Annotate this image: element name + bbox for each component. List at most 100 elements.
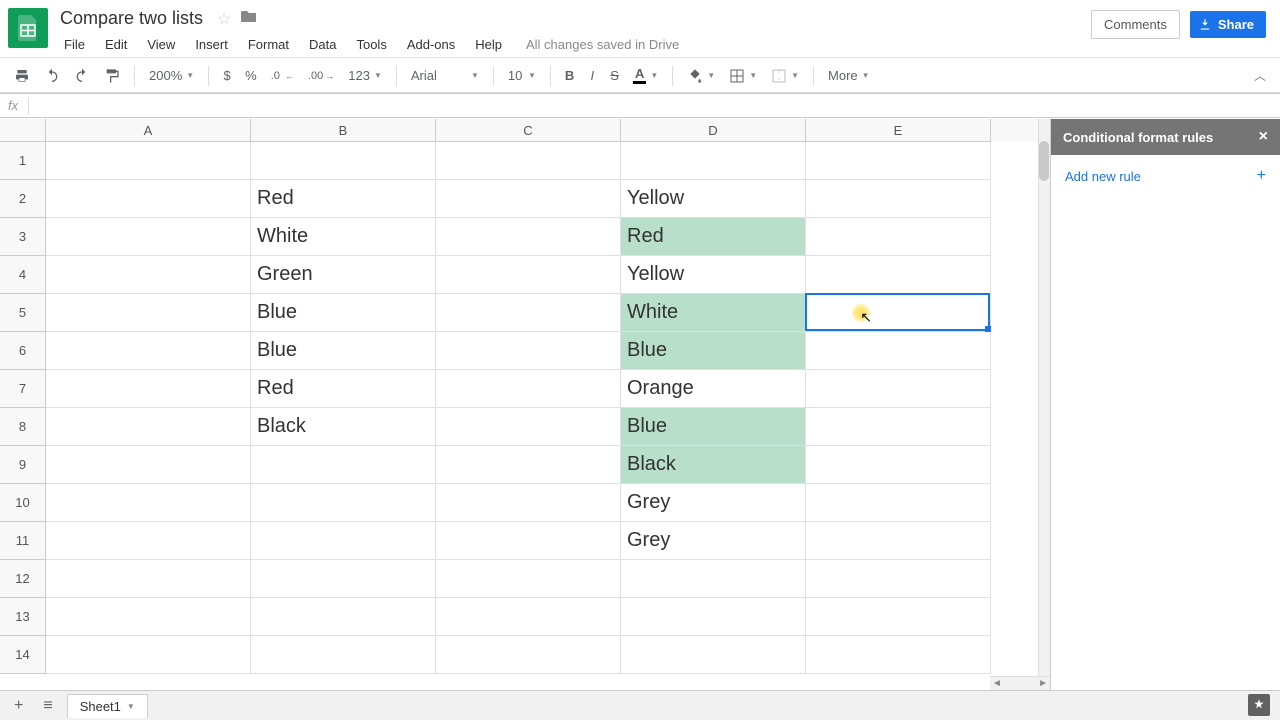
vertical-scrollbar[interactable] [1038,119,1050,690]
cell-A5[interactable] [46,294,251,332]
cell-E12[interactable] [806,560,991,598]
borders-dropdown[interactable]: ▼ [723,66,763,86]
cell-A2[interactable] [46,180,251,218]
menu-view[interactable]: View [139,33,183,56]
format-percent-button[interactable]: % [239,64,263,87]
menu-format[interactable]: Format [240,33,297,56]
menu-add-ons[interactable]: Add-ons [399,33,463,56]
cell-D12[interactable] [621,560,806,598]
cell-B9[interactable] [251,446,436,484]
row-header-2[interactable]: 2 [0,180,46,218]
column-header-C[interactable]: C [436,119,621,142]
cell-A7[interactable] [46,370,251,408]
row-header-3[interactable]: 3 [0,218,46,256]
redo-icon[interactable] [68,64,96,88]
increase-decimals-button[interactable]: .00→ [302,66,340,86]
menu-tools[interactable]: Tools [348,33,394,56]
cell-B10[interactable] [251,484,436,522]
cell-B6[interactable]: Blue [251,332,436,370]
cell-E1[interactable] [806,142,991,180]
cell-A9[interactable] [46,446,251,484]
row-header-12[interactable]: 12 [0,560,46,598]
cell-B13[interactable] [251,598,436,636]
cell-A1[interactable] [46,142,251,180]
cell-B12[interactable] [251,560,436,598]
sheets-logo[interactable] [8,8,48,48]
collapse-toolbar-icon[interactable]: ︿ [1248,63,1272,88]
cell-E3[interactable] [806,218,991,256]
close-icon[interactable]: × [1259,128,1268,146]
cell-B11[interactable] [251,522,436,560]
star-icon[interactable]: ☆ [217,9,231,29]
cell-E2[interactable] [806,180,991,218]
cell-D8[interactable]: Blue [621,408,806,446]
row-header-10[interactable]: 10 [0,484,46,522]
row-header-9[interactable]: 9 [0,446,46,484]
column-header-A[interactable]: A [46,119,251,142]
cell-D7[interactable]: Orange [621,370,806,408]
cell-E5[interactable] [806,294,991,332]
cell-C5[interactable] [436,294,621,332]
cell-B3[interactable]: White [251,218,436,256]
cell-E4[interactable] [806,256,991,294]
decrease-decimals-button[interactable]: .0 ← [265,66,300,86]
cell-B4[interactable]: Green [251,256,436,294]
cell-B8[interactable]: Black [251,408,436,446]
cell-E13[interactable] [806,598,991,636]
explore-button[interactable] [1248,694,1270,716]
column-header-E[interactable]: E [806,119,991,142]
cell-E11[interactable] [806,522,991,560]
cell-B5[interactable]: Blue [251,294,436,332]
add-new-rule-button[interactable]: Add new rule + [1065,167,1266,185]
cell-C10[interactable] [436,484,621,522]
format-currency-button[interactable]: $ [217,64,237,87]
print-icon[interactable] [8,64,36,88]
cell-A4[interactable] [46,256,251,294]
formula-bar[interactable]: fx [0,94,1280,118]
cell-C6[interactable] [436,332,621,370]
cell-D5[interactable]: White [621,294,806,332]
font-dropdown[interactable]: Arial▼ [405,66,485,85]
cell-A3[interactable] [46,218,251,256]
cell-C12[interactable] [436,560,621,598]
folder-icon[interactable] [241,9,257,28]
fill-color-dropdown[interactable]: ▼ [681,66,721,86]
cell-C11[interactable] [436,522,621,560]
select-all-corner[interactable] [0,119,46,142]
cell-B2[interactable]: Red [251,180,436,218]
menu-data[interactable]: Data [301,33,344,56]
cell-E10[interactable] [806,484,991,522]
cell-D6[interactable]: Blue [621,332,806,370]
share-button[interactable]: Share [1190,11,1266,38]
cell-B14[interactable] [251,636,436,674]
cell-C14[interactable] [436,636,621,674]
cell-E14[interactable] [806,636,991,674]
bold-button[interactable]: B [559,64,580,87]
cell-B7[interactable]: Red [251,370,436,408]
toolbar-more-dropdown[interactable]: More▼ [822,66,876,85]
cell-A10[interactable] [46,484,251,522]
row-header-6[interactable]: 6 [0,332,46,370]
menu-file[interactable]: File [56,33,93,56]
row-header-1[interactable]: 1 [0,142,46,180]
menu-insert[interactable]: Insert [187,33,236,56]
cell-C13[interactable] [436,598,621,636]
cell-A13[interactable] [46,598,251,636]
cell-C3[interactable] [436,218,621,256]
cell-D4[interactable]: Yellow [621,256,806,294]
row-header-13[interactable]: 13 [0,598,46,636]
cell-D1[interactable] [621,142,806,180]
cell-D11[interactable]: Grey [621,522,806,560]
cell-A8[interactable] [46,408,251,446]
row-header-8[interactable]: 8 [0,408,46,446]
paint-format-icon[interactable] [98,64,126,88]
cell-D9[interactable]: Black [621,446,806,484]
column-header-B[interactable]: B [251,119,436,142]
row-header-5[interactable]: 5 [0,294,46,332]
cell-A11[interactable] [46,522,251,560]
cell-C9[interactable] [436,446,621,484]
cell-D14[interactable] [621,636,806,674]
cell-C4[interactable] [436,256,621,294]
column-header-D[interactable]: D [621,119,806,142]
text-color-dropdown[interactable]: A▼ [627,65,664,86]
